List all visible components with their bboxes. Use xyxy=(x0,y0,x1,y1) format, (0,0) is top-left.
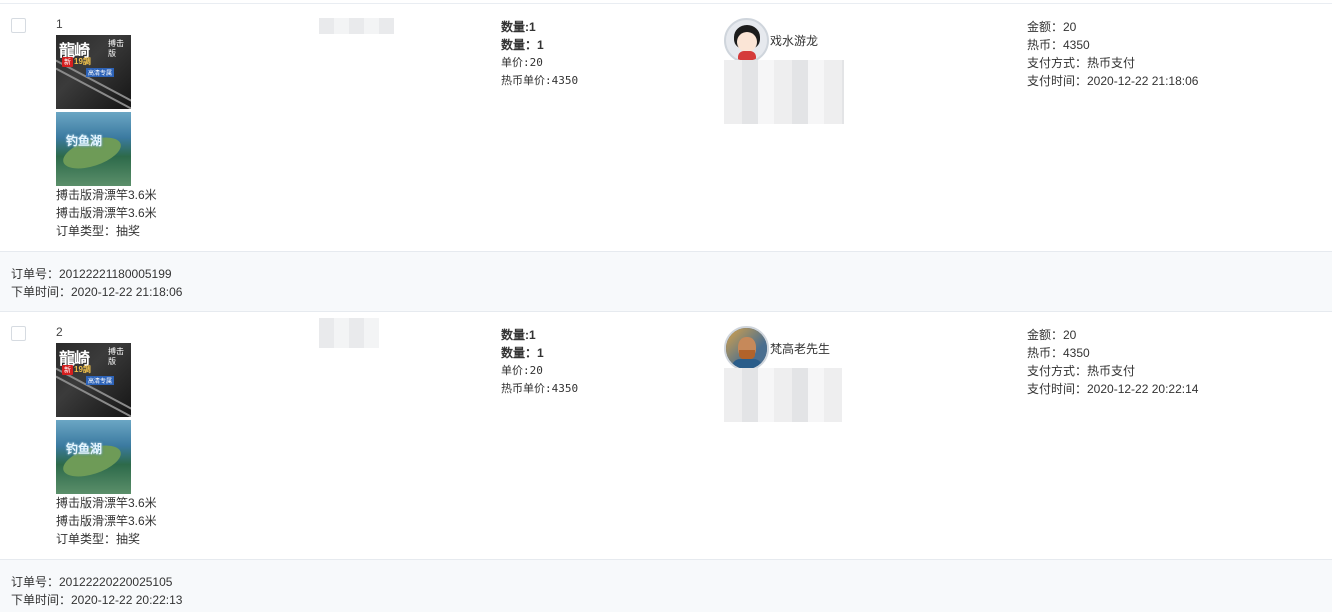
quantity-line: 数量:1 xyxy=(501,328,536,342)
blurred-user-info xyxy=(724,368,842,422)
order-number: 订单号：20122221180005199 xyxy=(11,267,172,281)
order-select-checkbox[interactable] xyxy=(11,18,26,33)
user-nickname: 戏水游龙 xyxy=(770,34,819,48)
coin-unit-price: 热币单价:4350 xyxy=(501,74,579,87)
user-avatar[interactable] xyxy=(724,326,769,371)
product-name: 搏击版滑漂竿3.6米 xyxy=(56,514,157,528)
user-nickname: 梵高老先生 xyxy=(770,342,831,356)
order-card: 2 龍崎 搏击版 新 19調 高清专属 钓鱼湖 搏击版滑漂竿3.6米 搏击版滑漂… xyxy=(0,312,1332,612)
product-image-rod[interactable]: 龍崎 搏击版 新 19調 高清专属 xyxy=(56,35,131,109)
lake-text: 钓鱼湖 xyxy=(66,442,103,456)
order-index: 2 xyxy=(56,325,63,339)
user-avatar[interactable] xyxy=(724,18,769,63)
product-name: 搏击版滑漂竿3.6米 xyxy=(56,188,157,202)
order-main: 2 龍崎 搏击版 新 19調 高清专属 钓鱼湖 搏击版滑漂竿3.6米 搏击版滑漂… xyxy=(0,312,1332,559)
order-type: 订单类型：抽奖 xyxy=(56,224,141,238)
payment-time: 支付时间：2020-12-22 21:18:06 xyxy=(1027,74,1199,88)
product-name: 搏击版滑漂竿3.6米 xyxy=(56,206,157,220)
quantity-line: 数量:1 xyxy=(501,20,536,34)
rod-badge: 新 xyxy=(62,57,73,67)
coin-amount: 热币：4350 xyxy=(1027,346,1090,360)
order-number: 订单号：20122220220025105 xyxy=(11,575,173,589)
product-image-rod[interactable]: 龍崎 搏击版 新 19調 高清专属 xyxy=(56,343,131,417)
order-footer: 订单号：20122220220025105 下单时间：2020-12-22 20… xyxy=(0,559,1332,612)
order-time: 下单时间：2020-12-22 20:22:13 xyxy=(11,593,183,607)
amount: 金额：20 xyxy=(1027,20,1077,34)
unit-price: 单价:20 xyxy=(501,364,543,377)
product-name: 搏击版滑漂竿3.6米 xyxy=(56,496,157,510)
rod-subtitle-text: 搏击版 xyxy=(108,39,124,58)
order-select-checkbox[interactable] xyxy=(11,326,26,341)
blurred-content xyxy=(319,18,394,34)
coin-unit-price: 热币单价:4350 xyxy=(501,382,579,395)
quantity-line: 数量：1 xyxy=(501,38,544,52)
lake-text: 钓鱼湖 xyxy=(66,134,103,148)
blurred-content xyxy=(319,318,379,348)
rod-subtitle-text: 搏击版 xyxy=(108,347,124,366)
order-main: 1 龍崎 搏击版 新 19調 高清专属 钓鱼湖 搏击版滑漂竿3.6米 搏击版滑漂… xyxy=(0,4,1332,251)
coin-amount: 热币：4350 xyxy=(1027,38,1090,52)
avatar-face xyxy=(737,32,757,52)
product-image-lake[interactable]: 钓鱼湖 xyxy=(56,112,131,186)
quantity-line: 数量：1 xyxy=(501,346,544,360)
product-image-lake[interactable]: 钓鱼湖 xyxy=(56,420,131,494)
order-footer: 订单号：20122221180005199 下单时间：2020-12-22 21… xyxy=(0,251,1332,312)
order-index: 1 xyxy=(56,17,63,31)
order-card: 1 龍崎 搏击版 新 19調 高清专属 钓鱼湖 搏击版滑漂竿3.6米 搏击版滑漂… xyxy=(0,4,1332,312)
rod-gold-text: 19調 xyxy=(74,57,91,66)
amount: 金额：20 xyxy=(1027,328,1077,342)
order-type: 订单类型：抽奖 xyxy=(56,532,141,546)
payment-method: 支付方式：热币支付 xyxy=(1027,56,1136,70)
rod-blue-label: 高清专属 xyxy=(86,376,115,385)
order-time: 下单时间：2020-12-22 21:18:06 xyxy=(11,285,183,299)
rod-badge: 新 xyxy=(62,365,73,375)
blurred-user-info xyxy=(724,60,844,124)
payment-time: 支付时间：2020-12-22 20:22:14 xyxy=(1027,382,1199,396)
rod-blue-label: 高清专属 xyxy=(86,68,115,77)
payment-method: 支付方式：热币支付 xyxy=(1027,364,1136,378)
unit-price: 单价:20 xyxy=(501,56,543,69)
rod-gold-text: 19調 xyxy=(74,365,91,374)
